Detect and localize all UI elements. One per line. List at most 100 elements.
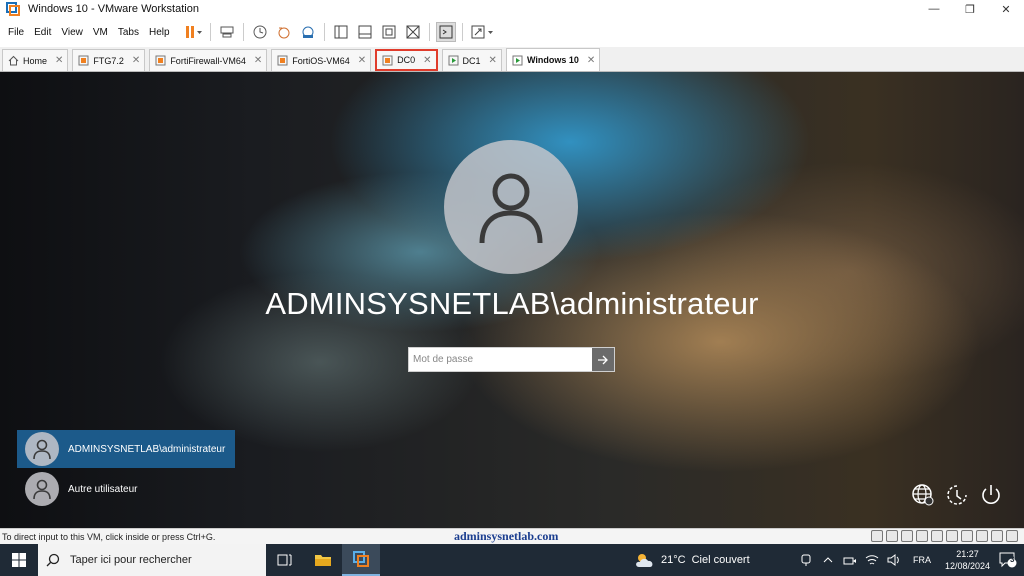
wifi-icon[interactable] — [863, 551, 881, 569]
weather-temperature: 21°C — [661, 554, 686, 566]
network-adapter-icon[interactable] — [916, 530, 928, 542]
tab-dc0[interactable]: DC0 ✕ — [375, 49, 438, 71]
stretch-button[interactable] — [469, 22, 497, 42]
tab-windows10[interactable]: Windows 10 ✕ — [505, 48, 601, 71]
console-view-button[interactable] — [435, 22, 456, 42]
vm-console[interactable]: ADMINSYSNETLAB\administrateur ADMINSYSNE… — [0, 72, 1024, 528]
notification-center-button[interactable]: 3 — [998, 551, 1018, 569]
thumbnail-icon — [358, 25, 372, 39]
tab-dc1[interactable]: DC1 ✕ — [441, 49, 502, 71]
tab-ftg72[interactable]: FTG7.2 ✕ — [72, 49, 146, 71]
title-bar: Windows 10 - VMware Workstation — ❐ ✕ — [0, 0, 1024, 18]
meet-now-icon[interactable] — [797, 551, 815, 569]
device-status-icons — [868, 530, 1018, 542]
usb-icon[interactable] — [931, 530, 943, 542]
close-icon[interactable]: ✕ — [489, 55, 497, 66]
resize-grip-icon[interactable] — [1006, 530, 1018, 542]
printer-icon[interactable] — [961, 530, 973, 542]
toolbar-separator — [428, 23, 430, 41]
folder-icon — [315, 555, 331, 566]
thumbnail-bar-button[interactable] — [355, 22, 375, 42]
menu-edit[interactable]: Edit — [34, 27, 51, 38]
cdrom-icon[interactable] — [886, 530, 898, 542]
toolbar-separator — [461, 23, 463, 41]
tab-bar: Home ✕ FTG7.2 ✕ FortiFirewall-VM64 ✕ For… — [0, 47, 1024, 72]
send-ctrl-alt-del-button[interactable] — [217, 22, 237, 42]
password-input[interactable] — [409, 348, 593, 371]
pause-icon — [185, 26, 202, 38]
clock-date: 12/08/2024 — [945, 561, 991, 571]
menu-tabs[interactable]: Tabs — [118, 27, 139, 38]
full-screen-button[interactable] — [379, 22, 399, 42]
login-username: ADMINSYSNETLAB\administrateur — [265, 286, 759, 321]
hdd-icon[interactable] — [871, 530, 883, 542]
power-button[interactable] — [978, 482, 1004, 508]
snapshot-manager-button[interactable] — [298, 22, 318, 42]
menu-help[interactable]: Help — [149, 27, 170, 38]
tab-fortios[interactable]: FortiOS-VM64 ✕ — [271, 49, 372, 71]
login-actions — [902, 482, 1004, 508]
vmware-logo-icon — [353, 551, 369, 567]
system-tray: FRA 21:27 12/08/2024 — [795, 544, 990, 576]
minimize-button[interactable]: — — [916, 0, 952, 18]
snapshot-manager-icon — [302, 26, 314, 38]
language-indicator[interactable]: FRA — [913, 555, 931, 565]
pause-button[interactable] — [184, 22, 204, 42]
tab-label: FortiOS-VM64 — [292, 55, 350, 66]
close-icon[interactable]: ✕ — [587, 55, 595, 66]
network-button[interactable] — [910, 482, 936, 508]
user-option-administrateur[interactable]: ADMINSYSNETLAB\administrateur — [17, 430, 235, 468]
tab-fortifirewall[interactable]: FortiFirewall-VM64 ✕ — [149, 49, 268, 71]
revert-snapshot-button[interactable] — [274, 22, 294, 42]
snapshot-button[interactable] — [250, 22, 270, 42]
toolbar-separator — [242, 23, 244, 41]
user-option-other[interactable]: Autre utilisateur — [17, 470, 235, 508]
network-tray-icon[interactable] — [841, 551, 859, 569]
tab-label: DC1 — [462, 55, 481, 66]
close-button[interactable]: ✕ — [988, 0, 1024, 18]
terminal-icon — [439, 25, 453, 39]
menu-vm[interactable]: VM — [93, 27, 108, 38]
tab-label: Home — [23, 55, 48, 66]
tab-label: Windows 10 — [526, 55, 579, 65]
clock-icon — [253, 25, 267, 39]
submit-button[interactable] — [592, 348, 614, 371]
menu-view[interactable]: View — [61, 27, 83, 38]
show-library-button[interactable] — [331, 22, 351, 42]
toolbar — [182, 22, 499, 42]
status-hint: To direct input to this VM, click inside… — [2, 531, 216, 542]
file-explorer-button[interactable] — [304, 544, 342, 576]
start-button[interactable] — [0, 544, 38, 576]
search-placeholder: Taper ici pour rechercher — [70, 554, 192, 566]
menu-file[interactable]: File — [8, 27, 24, 38]
close-icon[interactable]: ✕ — [423, 55, 431, 66]
close-icon[interactable]: ✕ — [132, 55, 140, 66]
taskbar-search[interactable]: Taper ici pour rechercher — [38, 544, 266, 576]
tab-label: FortiFirewall-VM64 — [170, 55, 246, 66]
weather-widget[interactable]: 21°C Ciel couvert — [634, 544, 750, 576]
unity-button[interactable] — [403, 22, 423, 42]
window-controls: — ❐ ✕ — [916, 0, 1024, 18]
vmware-taskbar-button[interactable] — [342, 544, 380, 576]
sound-icon[interactable] — [946, 530, 958, 542]
task-view-button[interactable] — [266, 544, 304, 576]
clock[interactable]: 21:27 12/08/2024 — [945, 548, 990, 572]
watermark: adminsysnetlab.com — [454, 529, 559, 543]
notification-count: 3 — [1010, 555, 1015, 564]
status-bar: To direct input to this VM, click inside… — [0, 528, 1024, 544]
network-adapter-icon[interactable] — [901, 530, 913, 542]
hidden-icons-chevron-icon[interactable] — [819, 551, 837, 569]
window-title: Windows 10 - VMware Workstation — [28, 3, 199, 15]
tab-home[interactable]: Home ✕ — [2, 49, 69, 71]
message-icon[interactable] — [991, 530, 1003, 542]
volume-icon[interactable] — [885, 551, 903, 569]
vm-icon — [155, 55, 166, 66]
display-icon[interactable] — [976, 530, 988, 542]
close-icon[interactable]: ✕ — [254, 55, 262, 66]
close-icon[interactable]: ✕ — [358, 55, 366, 66]
accessibility-button[interactable] — [944, 482, 970, 508]
restore-button[interactable]: ❐ — [952, 0, 988, 18]
tab-label: FTG7.2 — [93, 55, 124, 66]
windows-logo-icon — [12, 553, 26, 567]
close-icon[interactable]: ✕ — [55, 55, 63, 66]
